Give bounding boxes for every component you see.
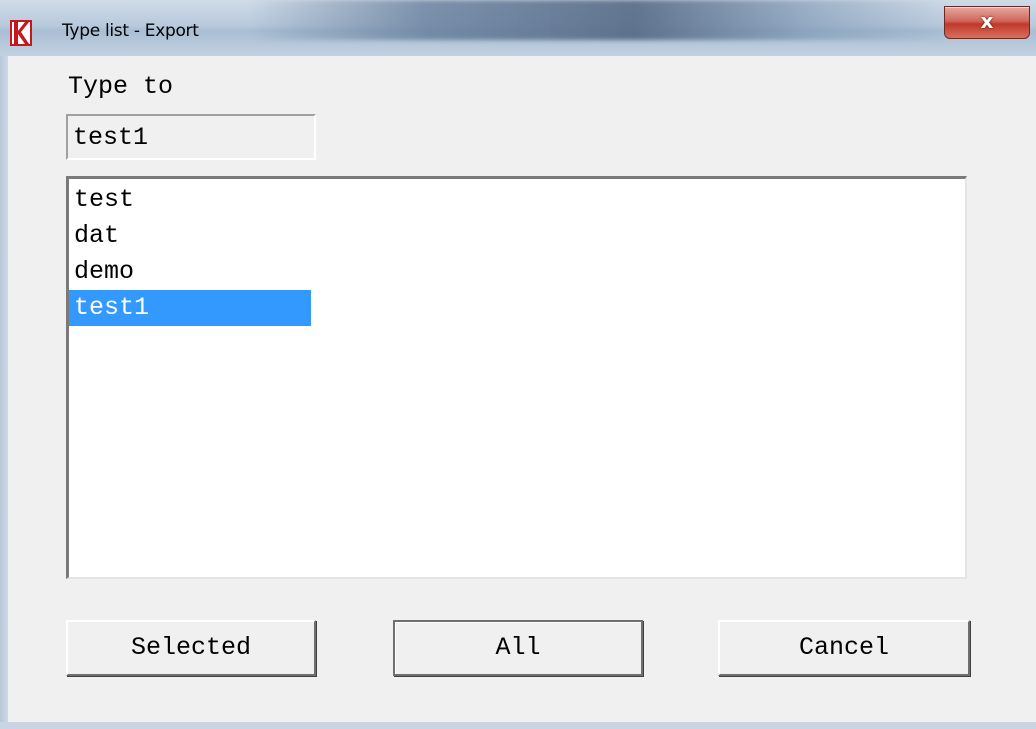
type-listbox[interactable]: test dat demo test1 xyxy=(66,176,967,579)
list-item-dat[interactable]: dat xyxy=(69,218,311,254)
title-bar-glass xyxy=(250,0,950,40)
list-item-test[interactable]: test xyxy=(69,182,311,218)
type-to-field[interactable]: test1 xyxy=(66,114,316,160)
window-bottom-border xyxy=(0,722,1036,729)
all-button[interactable]: All xyxy=(393,620,643,676)
type-to-label: Type to xyxy=(68,72,174,101)
title-bar[interactable]: Type list - Export x xyxy=(0,0,1036,56)
window-title: Type list - Export xyxy=(62,21,199,41)
close-x-icon: x xyxy=(980,9,994,33)
list-item-test1-selected[interactable]: test1 xyxy=(69,290,311,326)
cancel-button[interactable]: Cancel xyxy=(718,620,970,676)
list-item-demo[interactable]: demo xyxy=(69,254,311,290)
window-left-border xyxy=(0,56,8,729)
close-button[interactable]: x xyxy=(944,6,1030,39)
selected-button[interactable]: Selected xyxy=(66,620,316,676)
red-k-logo-icon xyxy=(10,20,32,46)
type-list-export-dialog: Type list - Export x Type to test1 test … xyxy=(0,0,1036,729)
